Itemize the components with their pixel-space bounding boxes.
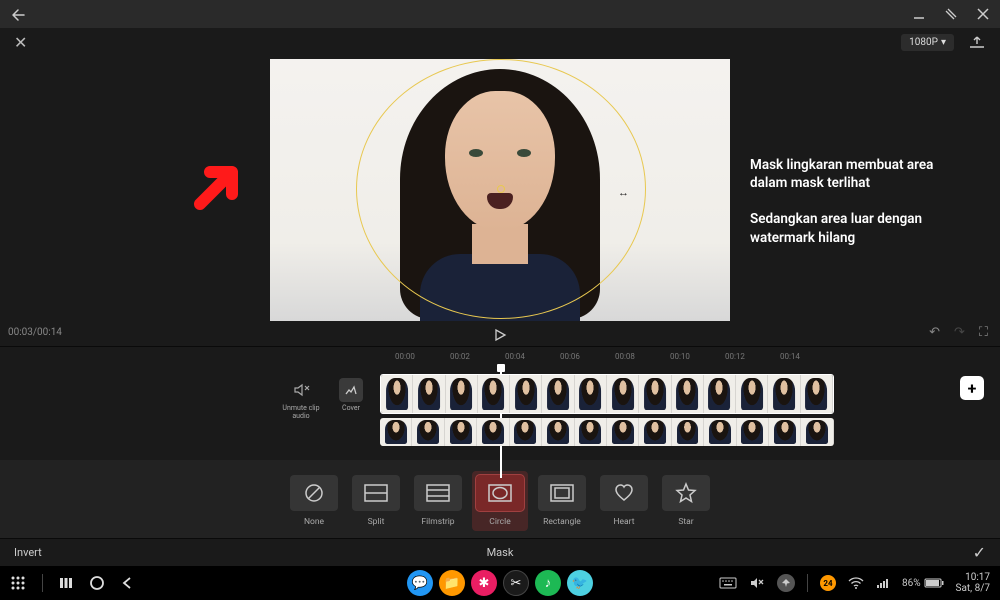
app-gallery-icon[interactable]: ✱ [471,570,497,596]
add-media-button[interactable]: + [960,376,984,400]
mask-circle[interactable]: Circle [472,471,528,531]
mask-rectangle[interactable]: Rectangle [538,475,586,527]
mask-split[interactable]: Split [352,475,400,527]
app-capcut-icon[interactable]: ✂ [503,570,529,596]
export-button[interactable] [968,35,986,49]
redo-button[interactable]: ↷ [954,325,965,340]
app-messages-icon[interactable]: 💬 [407,570,433,596]
fullscreen-button[interactable]: ⛶ [979,325,988,340]
invert-button[interactable]: Invert [14,546,42,559]
battery-icon [924,578,944,588]
panel-title: Mask [487,546,514,559]
video-clip-overlay[interactable] [380,418,834,446]
location-icon[interactable] [777,574,795,592]
mask-none[interactable]: None [290,475,338,527]
recents-icon[interactable] [59,576,73,590]
mask-center-handle[interactable] [497,185,505,193]
mask-heart[interactable]: Heart [600,475,648,527]
wifi-icon[interactable] [848,577,864,589]
play-button[interactable] [493,328,507,342]
unmute-audio-button[interactable]: Unmute clip audio [280,378,322,420]
app-browser-icon[interactable]: 🐦 [567,570,593,596]
nav-back-icon[interactable] [121,576,135,590]
mask-star[interactable]: Star [662,475,710,527]
app-spotify-icon[interactable]: ♪ [535,570,561,596]
annotation-arrow-icon [190,154,250,214]
mask-filmstrip[interactable]: Filmstrip [414,475,462,527]
notification-badge[interactable]: 24 [820,575,836,591]
signal-icon[interactable] [876,577,890,589]
video-preview[interactable]: ↔ [270,59,730,321]
annotation-text: Mask lingkaran membuat area dalam mask t… [750,156,970,265]
cover-button[interactable]: Cover [330,378,372,412]
undo-button[interactable]: ↶ [929,325,940,340]
resolution-label: 1080P [909,37,938,48]
keyboard-icon[interactable] [719,577,737,589]
home-icon[interactable] [89,575,105,591]
confirm-button[interactable]: ✓ [973,543,986,562]
battery-percent: 86% [902,578,921,589]
minimize-icon[interactable] [912,7,926,21]
chevron-down-icon: ▾ [941,37,946,48]
resize-horizontal-icon[interactable]: ↔ [618,186,629,199]
volume-mute-icon[interactable] [749,576,765,590]
resolution-button[interactable]: 1080P ▾ [901,34,954,51]
back-icon[interactable] [10,7,24,21]
apps-grid-icon[interactable] [10,575,26,591]
app-files-icon[interactable]: 📁 [439,570,465,596]
video-clip-main[interactable]: + Add ending [380,374,834,414]
restore-icon[interactable] [944,7,958,21]
close-editor-button[interactable]: ✕ [14,33,27,52]
clock[interactable]: 10:17 Sat, 8/7 [956,572,990,594]
close-window-icon[interactable] [976,7,990,21]
